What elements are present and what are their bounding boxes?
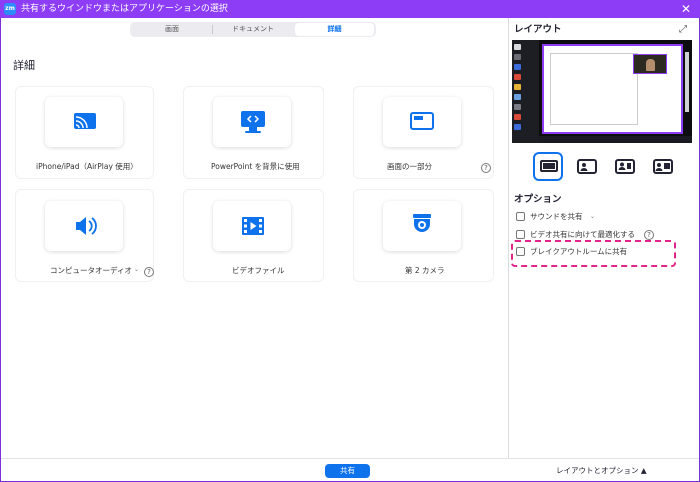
panel-divider	[508, 18, 509, 458]
option-optimize-video[interactable]: ビデオ共有に向けて最適化する ?	[516, 230, 676, 240]
preview-dock-icon	[514, 124, 521, 130]
layout-preview	[512, 40, 692, 143]
help-icon[interactable]: ?	[144, 267, 154, 277]
help-icon[interactable]: ?	[481, 163, 491, 173]
section-title: 詳細	[13, 59, 35, 72]
layout-options-toggle[interactable]: レイアウトとオプション ▲	[556, 466, 647, 476]
screen-portion-icon-tile[interactable]	[383, 97, 461, 147]
preview-person	[646, 59, 655, 71]
airplay-cast-icon	[74, 113, 96, 129]
speaker-icon	[76, 217, 97, 235]
card-powerpoint-background[interactable]: PowerPoint を背景に使用	[183, 86, 324, 179]
preview-dock-icon	[514, 114, 521, 120]
close-icon[interactable]: ✕	[681, 2, 691, 16]
preview-shared-window	[542, 44, 683, 134]
preview-dock-icon	[514, 94, 521, 100]
share-sound-checkbox[interactable]	[516, 212, 525, 221]
layout-side-by-side-icon	[653, 159, 673, 174]
preview-desktop-sidebar	[512, 40, 539, 143]
video-file-icon	[242, 217, 264, 235]
camera-icon-tile[interactable]	[383, 201, 461, 251]
layout-camera-left-icon	[577, 159, 597, 174]
tab-screen[interactable]: 画面	[132, 23, 212, 36]
expand-icon[interactable]: ⤢	[679, 24, 687, 35]
share-breakout-rooms-checkbox[interactable]	[516, 247, 525, 256]
preview-dock-icon	[514, 84, 521, 90]
card-label: コンピュータオーディオ	[50, 266, 132, 275]
layout-screen-only-icon	[540, 160, 558, 172]
video-file-icon-tile[interactable]	[213, 201, 291, 251]
preview-video-thumbnail	[633, 54, 667, 74]
tab-advanced[interactable]: 詳細	[295, 23, 374, 36]
option-share-breakout-rooms[interactable]: ブレイクアウトルームに共有	[516, 247, 656, 257]
preview-dock-icon	[514, 74, 521, 80]
option-label: サウンドを共有	[530, 212, 583, 221]
layout-glyph-fill	[543, 163, 555, 169]
card-airplay[interactable]: iPhone/iPad（AirPlay 使用）	[15, 86, 154, 179]
option-label: ビデオ共有に向けて最適化する	[530, 230, 635, 239]
option-share-sound[interactable]: サウンドを共有 ⌄	[516, 212, 636, 222]
card-label: 第 2 カメラ	[405, 266, 445, 275]
preview-dock-icon	[514, 64, 521, 70]
preview-scrollbar	[685, 52, 689, 112]
layout-side-by-side-button[interactable]	[648, 152, 678, 181]
card-label: iPhone/iPad（AirPlay 使用）	[36, 162, 138, 171]
card-label: ビデオファイル	[232, 266, 285, 275]
preview-slide	[550, 53, 638, 125]
share-button[interactable]: 共有	[325, 464, 370, 478]
window-title: 共有するウインドウまたはアプリケーションの選択	[21, 4, 228, 14]
footer-divider	[1, 458, 699, 459]
layout-title: レイアウト	[514, 24, 562, 35]
tab-document[interactable]: ドキュメント	[213, 23, 293, 36]
card-screen-portion[interactable]: 画面の一部分 ?	[353, 86, 494, 179]
card-label: PowerPoint を背景に使用	[211, 162, 300, 171]
option-label: ブレイクアウトルームに共有	[530, 247, 628, 256]
optimize-video-checkbox[interactable]	[516, 230, 525, 239]
share-tabs: 画面 ドキュメント 詳細	[130, 22, 376, 37]
airplay-icon-tile[interactable]	[45, 97, 123, 147]
screen-portion-icon	[410, 112, 434, 130]
help-icon[interactable]: ?	[644, 230, 654, 240]
preview-dock-icon	[514, 44, 521, 50]
card-video-file[interactable]: ビデオファイル	[183, 189, 324, 282]
camera-icon	[413, 214, 431, 232]
layout-camera-left-button[interactable]	[572, 152, 602, 181]
layout-screen-only-button[interactable]	[533, 152, 563, 181]
layout-camera-right-icon	[615, 159, 635, 174]
preview-dock-icon	[514, 104, 521, 110]
title-bar: zm 共有するウインドウまたはアプリケーションの選択 ✕	[0, 0, 700, 18]
preview-taskbar	[539, 136, 692, 143]
chevron-down-icon[interactable]: ⌄	[134, 266, 139, 273]
audio-icon-tile[interactable]	[45, 201, 123, 251]
presentation-screen-icon	[241, 111, 265, 133]
chevron-down-icon[interactable]: ⌄	[590, 212, 595, 222]
layout-camera-right-button[interactable]	[610, 152, 640, 181]
zoom-app-icon: zm	[4, 3, 16, 15]
card-computer-audio[interactable]: コンピュータオーディオ ⌄ ?	[15, 189, 154, 282]
card-label: 画面の一部分	[387, 162, 432, 171]
powerpoint-icon-tile[interactable]	[213, 97, 291, 147]
preview-dock-icon	[514, 54, 521, 60]
options-title: オプション	[514, 194, 562, 205]
card-second-camera[interactable]: 第 2 カメラ	[353, 189, 494, 282]
